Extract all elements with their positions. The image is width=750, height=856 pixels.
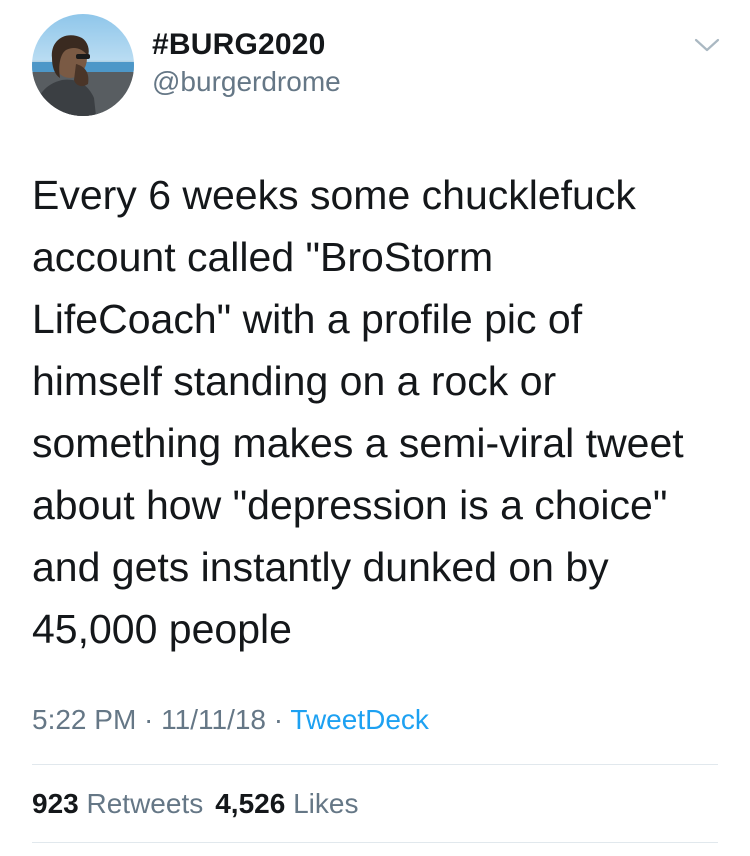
likes-label: Likes	[293, 788, 359, 819]
retweets-stat[interactable]: 923 Retweets	[32, 788, 203, 819]
tweet-source-link[interactable]: TweetDeck	[290, 704, 429, 735]
divider	[32, 764, 718, 765]
divider	[32, 842, 718, 843]
likes-stat[interactable]: 4,526 Likes	[215, 788, 358, 819]
retweets-count: 923	[32, 788, 79, 819]
user-handle[interactable]: @burgerdrome	[152, 64, 341, 100]
meta-separator: ·	[136, 704, 162, 735]
tweet-stats: 923 Retweets 4,526 Likes	[32, 786, 358, 822]
tweet-text: Every 6 weeks some chucklefuck account c…	[32, 172, 684, 652]
avatar-photo	[32, 35, 134, 116]
tweet-meta: 5:22 PM · 11/11/18 · TweetDeck	[32, 702, 429, 738]
meta-separator: ·	[266, 704, 291, 735]
tweet-time[interactable]: 5:22 PM	[32, 704, 136, 735]
user-info: #BURG2020 @burgerdrome	[152, 26, 341, 100]
tweet-date[interactable]: 11/11/18	[161, 704, 266, 735]
display-name[interactable]: #BURG2020	[152, 26, 341, 64]
retweets-label: Retweets	[86, 788, 204, 819]
likes-count: 4,526	[215, 788, 286, 819]
tweet-card: #BURG2020 @burgerdrome Every 6 weeks som…	[0, 0, 750, 856]
avatar[interactable]	[32, 14, 134, 116]
chevron-down-icon[interactable]	[692, 34, 722, 56]
